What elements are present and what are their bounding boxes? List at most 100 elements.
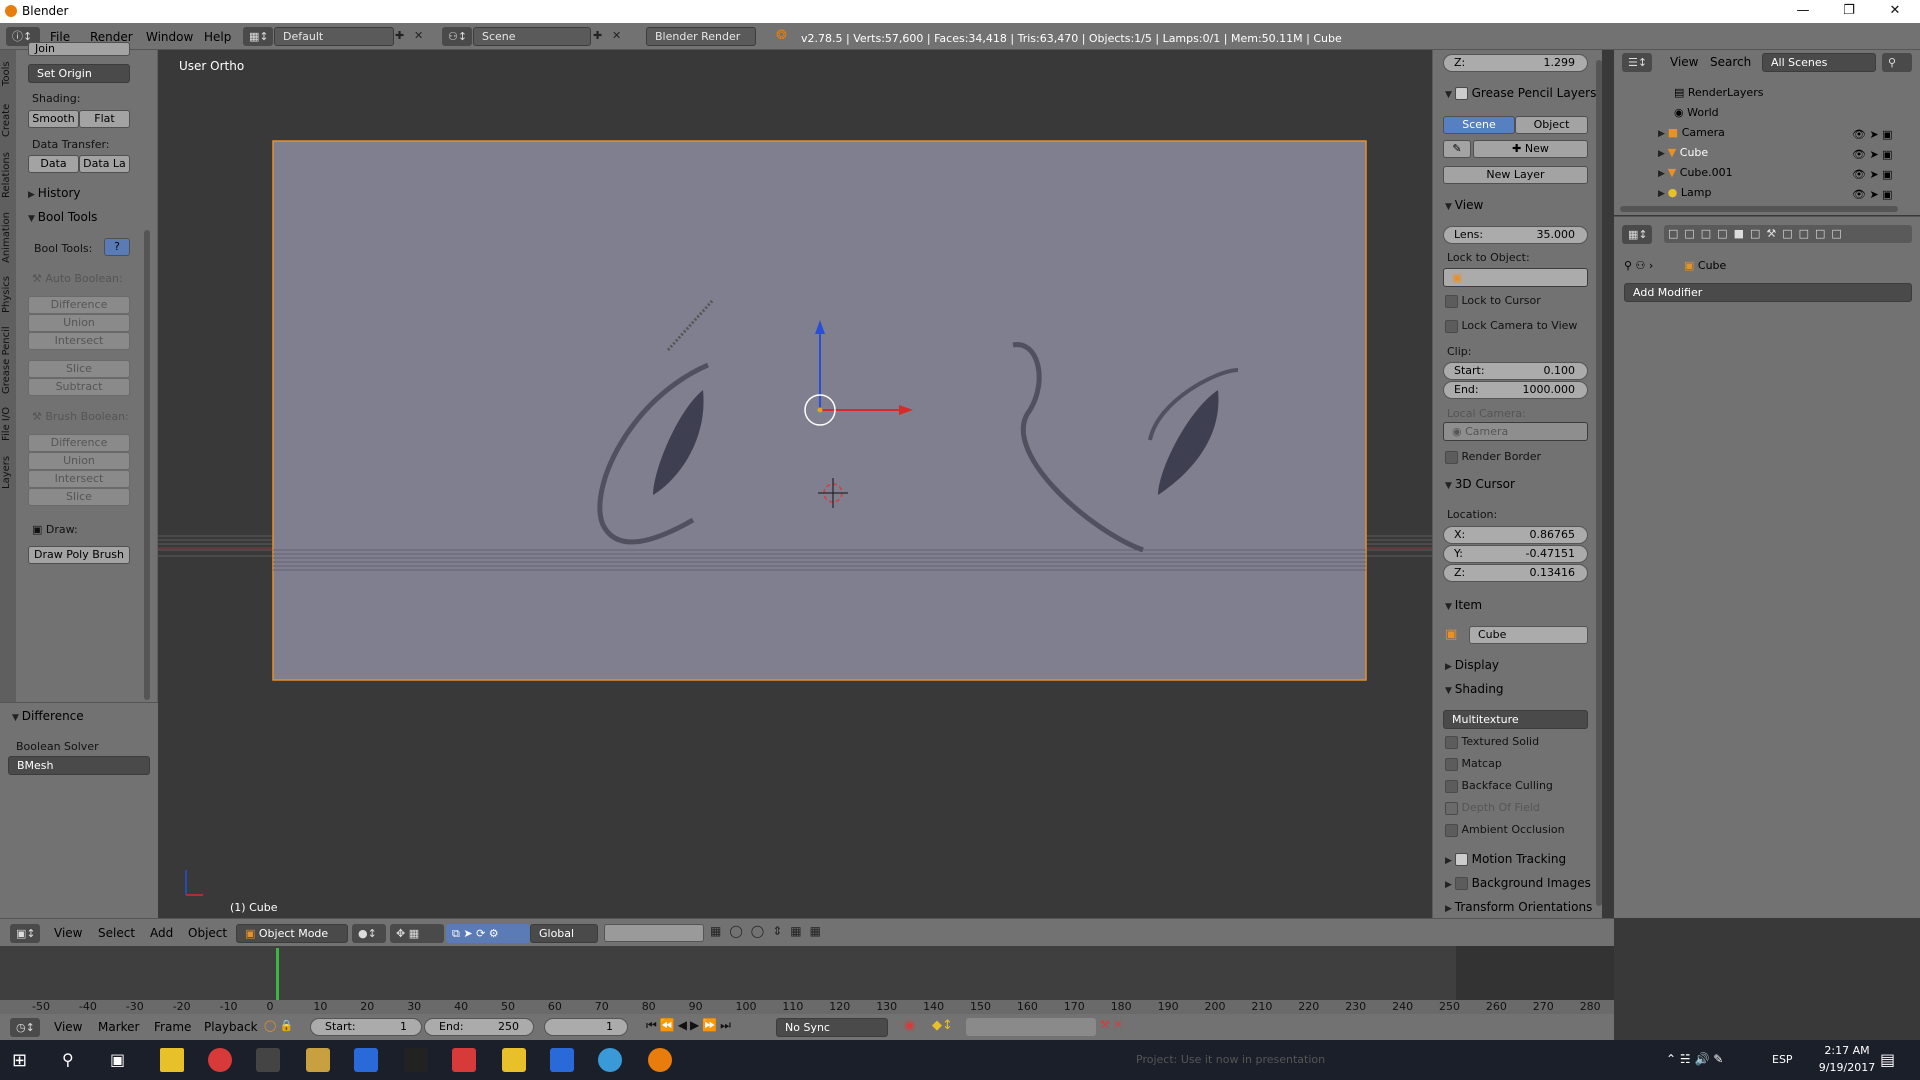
- auto-intersect-button[interactable]: Intersect: [28, 332, 130, 350]
- close-icon[interactable]: ✕: [1872, 0, 1918, 23]
- auto-difference-button[interactable]: Difference: [28, 296, 130, 314]
- app3-icon[interactable]: [502, 1048, 526, 1072]
- end-frame-field[interactable]: End: 250: [424, 1018, 534, 1036]
- scene-tab-button[interactable]: Scene: [1443, 116, 1515, 134]
- clock-date[interactable]: 9/19/2017: [1812, 1061, 1882, 1074]
- app-icon[interactable]: [354, 1048, 378, 1072]
- background-images-header[interactable]: ▶ Background Images: [1445, 876, 1591, 890]
- clip-end-field[interactable]: End: 1000.000: [1443, 381, 1588, 399]
- local-camera-field[interactable]: ◉ Camera: [1443, 422, 1588, 441]
- app2-icon[interactable]: [452, 1048, 476, 1072]
- remove-layout-icon[interactable]: ✕: [414, 29, 423, 42]
- item-name-field[interactable]: Cube: [1469, 626, 1588, 644]
- outliner-item-renderlayers[interactable]: ▤ RenderLayers: [1674, 86, 1763, 99]
- operator-header[interactable]: ▼ Difference: [12, 709, 84, 723]
- manipulator-icons[interactable]: ⧉ ➤ ⟳ ⚙: [446, 924, 530, 943]
- restore-icon[interactable]: ❐: [1826, 0, 1872, 23]
- outliner-view-menu[interactable]: View: [1670, 55, 1698, 69]
- smooth-button[interactable]: Smooth: [28, 110, 79, 128]
- new-layer-button[interactable]: New Layer: [1443, 166, 1588, 184]
- 3d-viewport[interactable]: User Ortho (1) Cube: [158, 50, 1432, 918]
- cursor-y-field[interactable]: Y: -0.47151: [1443, 545, 1588, 563]
- search-icon[interactable]: ⚲: [1882, 53, 1912, 72]
- outliner-search-menu[interactable]: Search: [1710, 55, 1751, 69]
- add-modifier-select[interactable]: Add Modifier: [1624, 283, 1912, 302]
- visibility-icons[interactable]: 👁 ➤ ▣ 👁 ➤ ▣ 👁 ➤ ▣ 👁 ➤ ▣: [1852, 125, 1893, 205]
- tab-grease-pencil[interactable]: Grease Pencil: [1, 322, 15, 398]
- vp-object-menu[interactable]: Object: [188, 926, 227, 940]
- boolean-solver-select[interactable]: BMesh: [8, 756, 150, 775]
- display-mode-select[interactable]: All Scenes: [1762, 53, 1876, 72]
- mode-select[interactable]: ▣ Object Mode: [236, 924, 348, 943]
- clip-start-field[interactable]: Start: 0.100: [1443, 362, 1588, 380]
- render-border-row[interactable]: Render Border: [1445, 450, 1541, 464]
- object-tab-button[interactable]: Object: [1515, 116, 1588, 134]
- windows-start-icon[interactable]: ⊞: [12, 1050, 27, 1071]
- tab-file-io[interactable]: File I/O: [1, 404, 15, 444]
- menu-window[interactable]: Window: [146, 30, 193, 44]
- pivot-icon[interactable]: ✥ ▦: [390, 924, 444, 943]
- lens-field[interactable]: Lens: 35.000: [1443, 226, 1588, 244]
- chrome-icon[interactable]: [208, 1048, 232, 1072]
- matcap-row[interactable]: Matcap: [1445, 757, 1502, 771]
- tab-tools[interactable]: Tools: [1, 56, 15, 92]
- brush-difference-button[interactable]: Difference: [28, 434, 130, 452]
- transform-orientations-header[interactable]: ▶ Transform Orientations: [1445, 900, 1592, 914]
- record-icon[interactable]: ◉: [904, 1018, 915, 1033]
- item-panel-header[interactable]: ▼ Item: [1445, 598, 1482, 612]
- textured-solid-row[interactable]: Textured Solid: [1445, 735, 1539, 749]
- gp-layers-header[interactable]: ▼ Grease Pencil Layers: [1445, 86, 1596, 100]
- blender-taskbar-icon[interactable]: [648, 1048, 672, 1072]
- ao-row[interactable]: Ambient Occlusion: [1445, 823, 1565, 837]
- timeline[interactable]: -50 -40 -30 -20 -10 0 10 20 30 40 50 60 70 80 90 100 110…: [0, 946, 1614, 1014]
- brush-intersect-button[interactable]: Intersect: [28, 470, 130, 488]
- tab-layers[interactable]: Layers: [1, 450, 15, 494]
- tl-view-menu[interactable]: View: [54, 1020, 82, 1034]
- add-scene-icon[interactable]: ✚: [593, 29, 602, 42]
- motion-tracking-header[interactable]: ▶ Motion Tracking: [1445, 852, 1566, 866]
- app4-icon[interactable]: [550, 1048, 574, 1072]
- clock-time[interactable]: 2:17 AM: [1817, 1044, 1877, 1057]
- remove-scene-icon[interactable]: ✕: [612, 29, 621, 42]
- shading-panel-header[interactable]: ▼ Shading: [1445, 682, 1504, 696]
- snap-icons[interactable]: ▦◯◯⇕▦▦: [710, 924, 870, 942]
- shading-mode-select[interactable]: Multitexture: [1443, 710, 1588, 729]
- gp-layers-checkbox[interactable]: [1454, 87, 1468, 100]
- file-explorer-icon[interactable]: [160, 1048, 184, 1072]
- auto-subtract-button[interactable]: Subtract: [28, 378, 130, 396]
- set-origin-select[interactable]: Set Origin: [28, 64, 130, 83]
- outliner-item-cube[interactable]: ▶ ▼ Cube: [1658, 146, 1708, 159]
- menu-help[interactable]: Help: [204, 30, 231, 44]
- vp-view-menu[interactable]: View: [54, 926, 82, 940]
- action-center-icon[interactable]: ▤: [1880, 1050, 1895, 1069]
- lock-camera-row[interactable]: Lock Camera to View: [1445, 319, 1577, 333]
- outliner-editor-icon[interactable]: ☰↕: [1622, 53, 1652, 72]
- tab-physics[interactable]: Physics: [1, 272, 15, 318]
- render-engine-select[interactable]: Blender Render: [646, 27, 756, 46]
- 3d-cursor-header[interactable]: ▼ 3D Cursor: [1445, 477, 1515, 491]
- join-button[interactable]: Join: [28, 42, 130, 56]
- shading-mode-icon[interactable]: ●↕: [352, 924, 386, 943]
- tab-relations[interactable]: Relations: [1, 148, 15, 202]
- dof-row[interactable]: Depth Of Field: [1445, 801, 1540, 815]
- tray-icons[interactable]: ⌃ ☵ 🔊 ✎: [1666, 1052, 1723, 1066]
- current-frame-field[interactable]: 1: [544, 1018, 628, 1036]
- cursor-x-field[interactable]: X: 0.86765: [1443, 526, 1588, 544]
- brush-slice-button[interactable]: Slice: [28, 488, 130, 506]
- tab-animation[interactable]: Animation: [1, 208, 15, 268]
- language-indicator[interactable]: ESP: [1772, 1053, 1793, 1066]
- flat-button[interactable]: Flat: [79, 110, 130, 128]
- minimize-icon[interactable]: —: [1780, 0, 1826, 23]
- viewport-editor-icon[interactable]: ▣↕: [10, 924, 40, 943]
- vp-select-menu[interactable]: Select: [98, 926, 135, 940]
- layer-buttons[interactable]: [604, 924, 704, 942]
- outliner-hscrollbar[interactable]: [1620, 206, 1898, 212]
- sync-select[interactable]: No Sync: [776, 1018, 888, 1037]
- draw-poly-brush-button[interactable]: Draw Poly Brush: [28, 546, 130, 564]
- vp-add-menu[interactable]: Add: [150, 926, 173, 940]
- preview-range-icon[interactable]: ◯ 🔒: [264, 1019, 294, 1032]
- key-remove-icon[interactable]: ⚒ ✕: [1100, 1018, 1123, 1031]
- start-frame-field[interactable]: Start: 1: [310, 1018, 422, 1036]
- layout-icon[interactable]: ▦↕: [243, 27, 273, 46]
- properties-editor-icon[interactable]: ▦↕: [1622, 225, 1652, 244]
